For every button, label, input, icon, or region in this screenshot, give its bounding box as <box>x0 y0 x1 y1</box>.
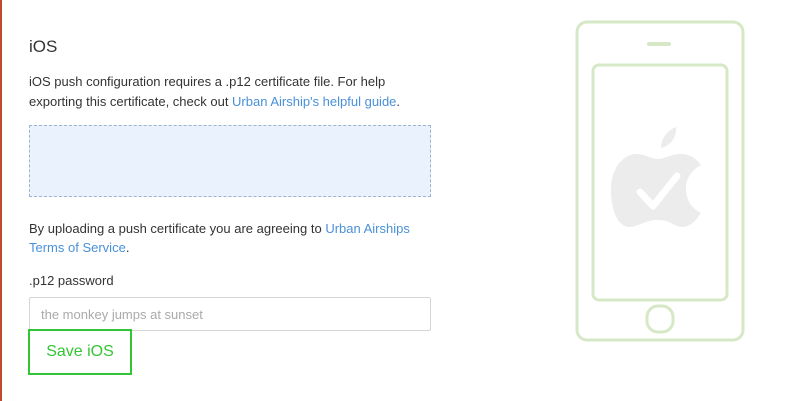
section-title: iOS <box>29 37 58 56</box>
description-end: . <box>396 94 401 109</box>
terms-notice: By uploading a push certificate you are … <box>29 219 431 257</box>
section-description: iOS push configuration requires a .p12 c… <box>29 72 431 112</box>
password-input[interactable] <box>29 297 431 331</box>
phone-apple-check-icon <box>575 20 745 342</box>
left-border <box>0 0 2 401</box>
certificate-dropzone[interactable] <box>29 125 431 197</box>
ios-config-form: iOS iOS push configuration requires a .p… <box>29 34 431 331</box>
save-ios-button[interactable]: Save iOS <box>28 329 132 375</box>
helpful-guide-link[interactable]: Urban Airship's helpful guide <box>232 94 396 109</box>
ios-config-page: iOS iOS push configuration requires a .p… <box>0 0 800 401</box>
terms-text: By uploading a push certificate you are … <box>29 221 326 236</box>
password-label: .p12 password <box>29 273 114 288</box>
terms-end: . <box>125 240 130 255</box>
